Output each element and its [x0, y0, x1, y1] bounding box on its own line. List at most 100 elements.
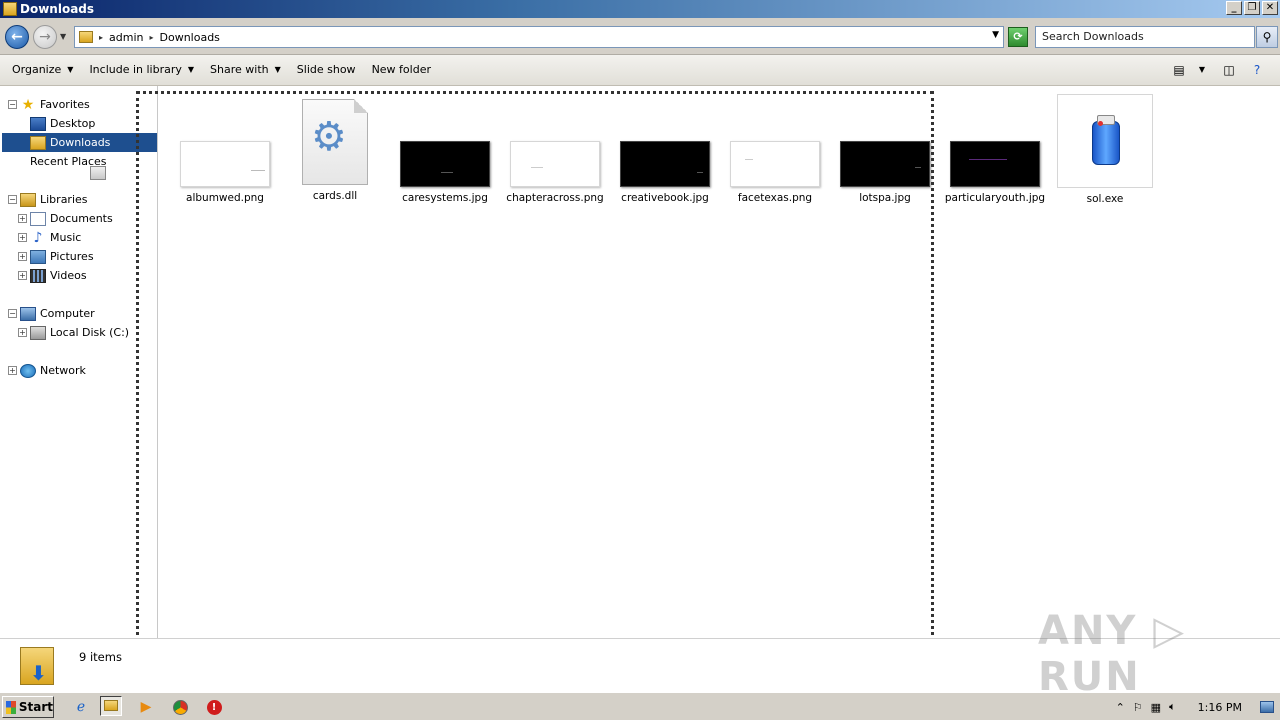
stop-icon[interactable]: ! — [203, 697, 225, 717]
show-desktop-icon[interactable] — [1260, 701, 1274, 713]
refresh-button[interactable]: ⟳ — [1008, 27, 1028, 47]
minimize-button[interactable]: _ — [1226, 1, 1242, 15]
show-hidden-icons-icon[interactable]: ⌃ — [1116, 701, 1125, 714]
file-name: lotspa.jpg — [859, 192, 911, 204]
file-name: particularyouth.jpg — [944, 192, 1046, 204]
address-field[interactable]: ▸ admin ▸ Downloads ▼ — [74, 26, 1004, 48]
share-with-button[interactable]: Share with ▼ — [202, 58, 289, 82]
windows-logo-icon — [6, 700, 16, 714]
nav-computer[interactable]: Computer — [20, 304, 95, 323]
media-player-icon[interactable]: ▶ — [135, 697, 157, 717]
navigation-pane: − ★ Favorites Desktop Downloads Recent Pl… — [0, 86, 158, 638]
expand-videos-icon[interactable]: + — [18, 271, 27, 280]
network-status-icon[interactable]: ▦ — [1151, 701, 1161, 714]
command-bar: Organize ▼ Include in library ▼ Share with… — [0, 55, 1280, 86]
nav-label: Downloads — [50, 136, 111, 149]
volume-icon[interactable]: 🔈︎ — [1169, 700, 1176, 714]
include-label: Include in library — [89, 63, 182, 76]
anyrun-watermark-logo: ANY ▷ RUN — [1038, 608, 1187, 700]
clock[interactable]: 1:16 PM — [1198, 701, 1242, 714]
include-in-library-button[interactable]: Include in library ▼ — [81, 58, 202, 82]
back-button[interactable]: ← — [5, 25, 29, 49]
organize-button[interactable]: Organize ▼ — [4, 58, 81, 82]
help-icon[interactable]: ? — [1246, 59, 1268, 81]
recent-pages-dropdown[interactable]: ▼ — [60, 32, 66, 41]
collapse-favorites-icon[interactable]: − — [8, 100, 17, 109]
forward-button[interactable]: → — [33, 25, 57, 49]
file-item-facetexas[interactable]: facetexas.png — [723, 141, 827, 204]
nav-label: Music — [50, 231, 82, 244]
change-view-icon[interactable]: ▤ — [1168, 59, 1190, 81]
window-title: Downloads — [20, 2, 95, 16]
computer-icon — [20, 306, 36, 321]
explorer-taskbar-button[interactable] — [100, 696, 122, 716]
breadcrumb-downloads[interactable]: Downloads — [160, 31, 220, 44]
search-icon[interactable]: ⚲ — [1256, 26, 1278, 48]
expand-documents-icon[interactable]: + — [18, 214, 27, 223]
file-item-lotspa[interactable]: lotspa.jpg — [833, 141, 937, 204]
nav-desktop[interactable]: Desktop — [30, 114, 155, 133]
nav-downloads[interactable]: Downloads — [2, 133, 157, 152]
file-item-sol-exe[interactable]: sol.exe — [1053, 94, 1157, 205]
taskbar: Start ℯ ▶ ! ⌃ ⚐ ▦ 🔈︎ 1:16 PM — [0, 692, 1280, 720]
expand-music-icon[interactable]: + — [18, 233, 27, 242]
new-folder-button[interactable]: New folder — [364, 58, 439, 82]
breadcrumb-separator-icon[interactable]: ▸ — [149, 33, 153, 42]
nav-network[interactable]: Network — [20, 361, 86, 380]
breadcrumb-separator-icon[interactable]: ▸ — [99, 33, 103, 42]
file-list[interactable]: albumwed.png ⚙ cards.dll caresystems.jpg… — [159, 86, 1280, 638]
address-dropdown-icon[interactable]: ▼ — [992, 30, 999, 40]
file-item-albumwed[interactable]: albumwed.png — [173, 141, 277, 204]
view-options-dropdown[interactable]: ▼ — [1191, 59, 1213, 81]
documents-icon — [30, 211, 46, 226]
downloads-folder-icon — [30, 135, 46, 150]
chrome-icon[interactable] — [169, 697, 191, 717]
libraries-icon — [20, 192, 36, 207]
desktop-icon — [30, 116, 46, 131]
file-item-creativebook[interactable]: creativebook.jpg — [613, 141, 717, 204]
network-icon — [20, 363, 36, 378]
preview-pane-icon[interactable]: ◫ — [1218, 59, 1240, 81]
nav-label: Documents — [50, 212, 113, 225]
file-name: facetexas.png — [737, 192, 813, 204]
nav-videos[interactable]: Videos — [30, 266, 87, 285]
search-input[interactable]: Search Downloads — [1035, 26, 1255, 48]
chrome-logo-icon — [172, 699, 188, 715]
file-item-particularyouth[interactable]: particularyouth.jpg — [943, 141, 1047, 204]
nav-recent-places[interactable]: Recent Places — [30, 152, 107, 180]
breadcrumb-admin[interactable]: admin — [109, 31, 143, 44]
restore-button[interactable]: ❐ — [1244, 1, 1260, 15]
window-titlebar: Downloads _ ❐ ✕ — [0, 0, 1280, 18]
collapse-libraries-icon[interactable]: − — [8, 195, 17, 204]
start-button[interactable]: Start — [2, 696, 54, 718]
file-item-chapteracross[interactable]: chapteracross.png — [503, 141, 607, 204]
dll-file-icon: ⚙ — [302, 99, 368, 185]
image-thumbnail — [950, 141, 1040, 187]
nav-pictures[interactable]: Pictures — [30, 247, 94, 266]
usb-app-icon — [1057, 94, 1153, 188]
image-thumbnail — [180, 141, 270, 187]
expand-pictures-icon[interactable]: + — [18, 252, 27, 261]
file-item-caresystems[interactable]: caresystems.jpg — [393, 141, 497, 204]
expand-local-disk-icon[interactable]: + — [18, 328, 27, 337]
nav-libraries[interactable]: Libraries — [20, 190, 88, 209]
expand-network-icon[interactable]: + — [8, 366, 17, 375]
nav-favorites[interactable]: ★ Favorites — [20, 95, 90, 114]
file-name: albumwed.png — [186, 192, 264, 204]
file-name: sol.exe — [1086, 193, 1124, 205]
file-name: caresystems.jpg — [402, 192, 488, 204]
internet-explorer-icon[interactable]: ℯ — [70, 697, 92, 717]
nav-local-disk[interactable]: Local Disk (C:) — [30, 323, 129, 342]
chevron-down-icon: ▼ — [67, 65, 74, 74]
slide-show-button[interactable]: Slide show — [289, 58, 364, 82]
nav-music[interactable]: ♪ Music — [30, 228, 82, 247]
folder-icon — [3, 2, 17, 16]
nav-documents[interactable]: Documents — [30, 209, 113, 228]
nav-label: Network — [40, 364, 86, 377]
recent-places-icon — [90, 166, 106, 180]
collapse-computer-icon[interactable]: − — [8, 309, 17, 318]
file-item-cards-dll[interactable]: ⚙ cards.dll — [283, 99, 387, 202]
action-center-flag-icon[interactable]: ⚐ — [1133, 701, 1143, 714]
close-button[interactable]: ✕ — [1262, 1, 1278, 15]
nav-label: Local Disk (C:) — [50, 326, 130, 339]
